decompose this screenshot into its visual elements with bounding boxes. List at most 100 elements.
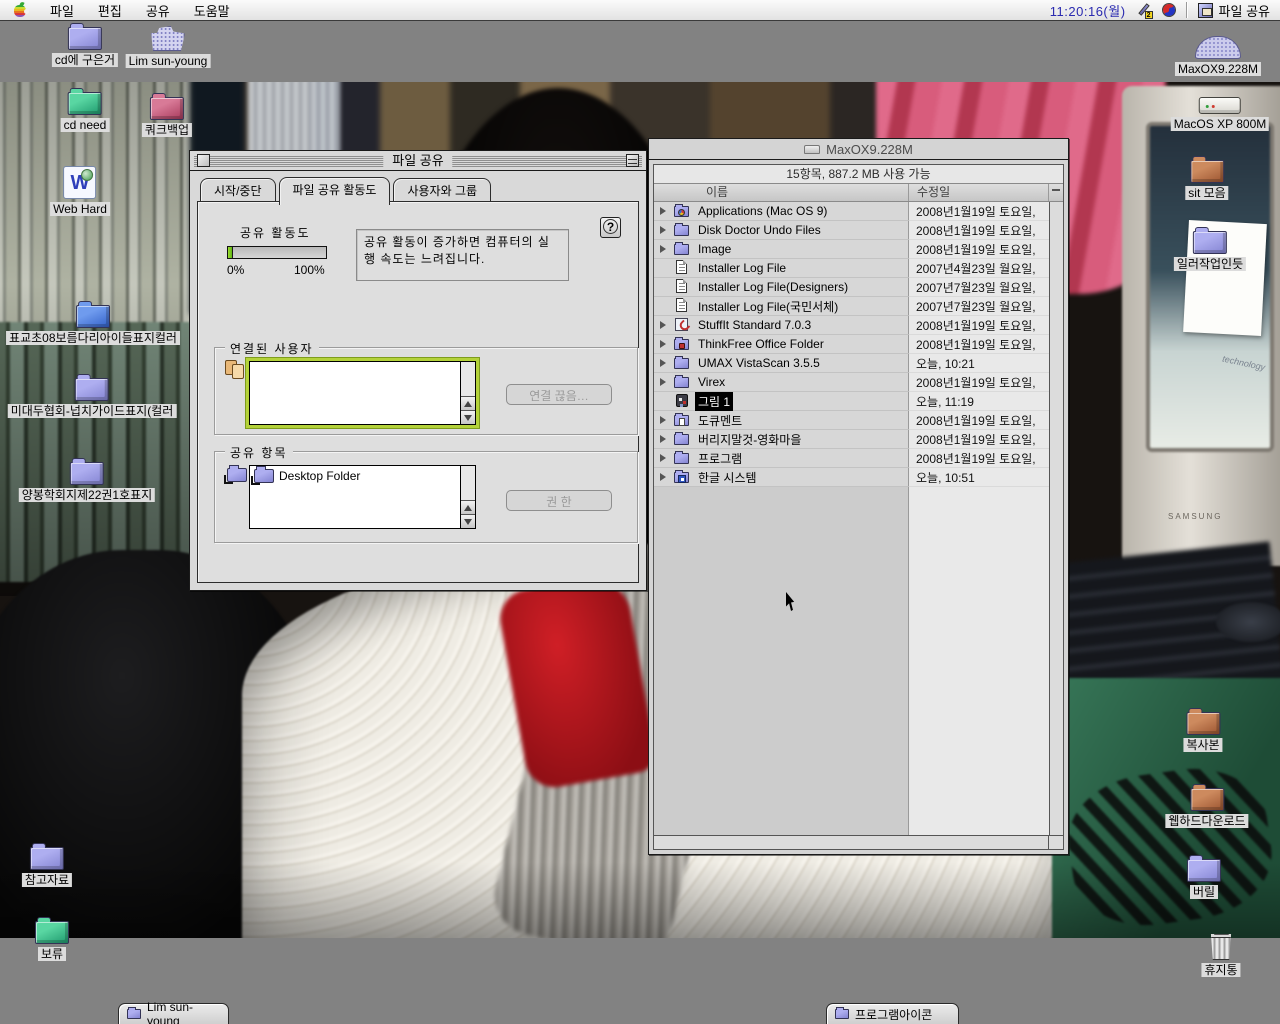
desktop-icon-quark-backup[interactable]: 쿼크백업: [142, 97, 192, 137]
file-modified-date: 2007년7월23일 월요일,: [908, 278, 1049, 297]
disclosure-triangle[interactable]: [657, 243, 669, 255]
finder-row-4[interactable]: Installer Log File2007년4월23일 월요일,: [654, 259, 1049, 278]
disclosure-triangle[interactable]: [657, 319, 669, 331]
sort-order-icon[interactable]: [1048, 184, 1063, 201]
menu-edit[interactable]: 편집: [98, 1, 122, 20]
menu-file[interactable]: 파일: [50, 1, 74, 20]
finder-row-15[interactable]: 한글 시스템오늘, 10:51: [654, 468, 1049, 487]
shared-item-row[interactable]: Desktop Folder: [250, 466, 460, 486]
input-method-taegeuk-icon[interactable]: [1160, 1, 1178, 19]
popup-tab-program-icons[interactable]: 프로그램아이콘: [826, 1003, 959, 1024]
green-folder-icon: [68, 92, 102, 115]
file-modified-date: 2008년1월19일 토요일,: [908, 202, 1049, 221]
desktop-icon-maxox9-disk[interactable]: MaxOX9.228M: [1175, 36, 1261, 76]
disclosure-triangle[interactable]: [657, 205, 669, 217]
column-header-name[interactable]: 이름: [654, 184, 908, 201]
windowshade-box[interactable]: [626, 154, 639, 167]
file-name: 도큐멘트: [695, 411, 745, 430]
finder-row-10[interactable]: Virex2008년1월19일 토요일,: [654, 373, 1049, 392]
disk-icon: [804, 145, 820, 154]
menu-share[interactable]: 공유: [146, 1, 170, 20]
resize-corner[interactable]: [1048, 836, 1063, 849]
desktop-icon-cd-burn[interactable]: cd에 구은거: [52, 27, 118, 67]
shared-items-list[interactable]: Desktop Folder: [249, 465, 476, 529]
desktop-icon-web-hard[interactable]: Web Hard: [50, 166, 110, 216]
desktop-icon-chamgo-jaryo[interactable]: 참고자료: [22, 847, 72, 887]
file-sharing-app-icon: [1198, 3, 1213, 18]
desktop-icon-iller-work[interactable]: 일러작업인듯: [1174, 231, 1246, 271]
desktop-icon-label: 표교초08보름다리아이들표지컬러: [6, 331, 180, 345]
vertical-scrollbar[interactable]: [1049, 202, 1063, 835]
file-name: Applications (Mac OS 9): [695, 203, 830, 219]
disclosure-triangle[interactable]: [657, 414, 669, 426]
open-folder-icon: [151, 26, 185, 51]
desktop-icon-lim-sun-young[interactable]: Lim sun-young: [126, 26, 211, 68]
finder-row-3[interactable]: Image2008년1월19일 토요일,: [654, 240, 1049, 259]
disclosure-triangle[interactable]: [657, 338, 669, 350]
disclosure-triangle[interactable]: [657, 357, 669, 369]
finder-row-5[interactable]: Installer Log File(Designers)2007년7월23일 …: [654, 278, 1049, 297]
finder-row-9[interactable]: UMAX VistaScan 3.5.5오늘, 10:21: [654, 354, 1049, 373]
menu-help[interactable]: 도움말: [194, 1, 230, 20]
disclosure-triangle[interactable]: [657, 471, 669, 483]
finder-cell-name: Virex: [654, 373, 908, 392]
finder-list-filler: [654, 487, 1049, 835]
desktop-icon-macos-xp-drive[interactable]: MacOS XP 800M: [1171, 97, 1269, 131]
column-header-date[interactable]: 수정일: [908, 184, 1048, 201]
finder-cell-name: 프로그램: [654, 449, 908, 468]
disclosure-triangle[interactable]: [657, 452, 669, 464]
desktop-icon-label: MaxOX9.228M: [1175, 62, 1261, 76]
finder-row-2[interactable]: Disk Doctor Undo Files2008년1월19일 토요일,: [654, 221, 1049, 240]
list-scrollbar[interactable]: [460, 362, 475, 424]
finder-row-6[interactable]: Installer Log File(국민서체)2007년7월23일 월요일,: [654, 297, 1049, 316]
list-scrollbar[interactable]: [460, 466, 475, 528]
desktop-icon-boryu[interactable]: 보류: [35, 921, 69, 961]
privileges-button[interactable]: 권 한: [506, 490, 612, 511]
finder-row-12[interactable]: 도큐멘트2008년1월19일 토요일,: [654, 411, 1049, 430]
trash-paper: [1213, 926, 1230, 935]
scroll-down-arrow[interactable]: [461, 410, 475, 424]
desktop-icon-beoril[interactable]: 버릴: [1187, 859, 1221, 899]
desktop-icon-midae-guide[interactable]: 미대두협회-넙치가이드표지(컬러: [8, 378, 177, 418]
finder-row-1[interactable]: Applications (Mac OS 9) 2008년1월19일 토요일,: [654, 202, 1049, 221]
horizontal-scrollbar[interactable]: [654, 835, 1063, 849]
file-sharing-title-bar[interactable]: 파일 공유: [190, 151, 646, 171]
desktop-icon-webhard-download[interactable]: 웹하드다운로드: [1165, 788, 1248, 828]
horizontal-scroll-track[interactable]: [654, 836, 1048, 849]
desktop-icon-pyogyocho-cover[interactable]: 표교초08보름다리아이들표지컬러: [6, 305, 180, 345]
finder-row-11[interactable]: 그림 1오늘, 11:19: [654, 392, 1049, 411]
desktop-icon-yangbong-cover[interactable]: 양봉학회지제22권1호표지: [19, 462, 155, 502]
pencil-icon[interactable]: 2: [1136, 2, 1152, 18]
finder-row-8[interactable]: ThinkFree Office Folder2008년1월19일 토요일,: [654, 335, 1049, 354]
disclosure-triangle[interactable]: [657, 433, 669, 445]
finder-title-bar[interactable]: MaxOX9.228M: [649, 139, 1068, 160]
application-menu[interactable]: 파일 공유: [1198, 1, 1270, 20]
close-box[interactable]: [197, 154, 210, 167]
finder-row-7[interactable]: StuffIt Standard 7.0.32008년1월19일 토요일,: [654, 316, 1049, 335]
scroll-up-arrow[interactable]: [461, 396, 475, 410]
disconnect-button[interactable]: 연결 끊음…: [506, 384, 612, 405]
tab-2[interactable]: 파일 공유 활동도: [279, 177, 391, 205]
finder-column-headers: 이름 수정일: [654, 184, 1063, 202]
finder-row-14[interactable]: 프로그램2008년1월19일 토요일,: [654, 449, 1049, 468]
disclosure-triangle[interactable]: [657, 376, 669, 388]
desktop-icon-boksabon[interactable]: 복사본: [1183, 712, 1222, 752]
scroll-down-arrow[interactable]: [461, 514, 475, 528]
disclosure-triangle[interactable]: [657, 224, 669, 236]
desktop-icon-label: cd need: [61, 118, 110, 132]
help-button[interactable]: ?: [600, 217, 621, 238]
desktop-icon-label: sit 모음: [1185, 186, 1228, 200]
scroll-up-arrow[interactable]: [461, 500, 475, 514]
menu-clock[interactable]: 11:20:16(월): [1050, 1, 1126, 20]
desktop-icon-trash[interactable]: 휴지통: [1201, 926, 1240, 977]
icon-art: [676, 279, 687, 293]
finder-cell-name: Applications (Mac OS 9): [654, 202, 908, 221]
connected-users-list[interactable]: [249, 361, 476, 425]
finder-row-13[interactable]: 버리지말것-영화마을2008년1월19일 토요일,: [654, 430, 1049, 449]
desktop-icon-sit-collection[interactable]: sit 모음: [1185, 160, 1228, 200]
file-sharing-window: 파일 공유 시작/중단파일 공유 활동도사용자와 그룹 ? 공유 활동도 0% …: [189, 150, 647, 591]
popup-tab-lim-sun-young[interactable]: Lim sun-young: [118, 1003, 229, 1024]
desktop-icon-label: 웹하드다운로드: [1165, 814, 1248, 828]
desktop-icon-cd-need[interactable]: cd need: [61, 92, 110, 132]
apple-menu-icon[interactable]: [14, 3, 28, 18]
